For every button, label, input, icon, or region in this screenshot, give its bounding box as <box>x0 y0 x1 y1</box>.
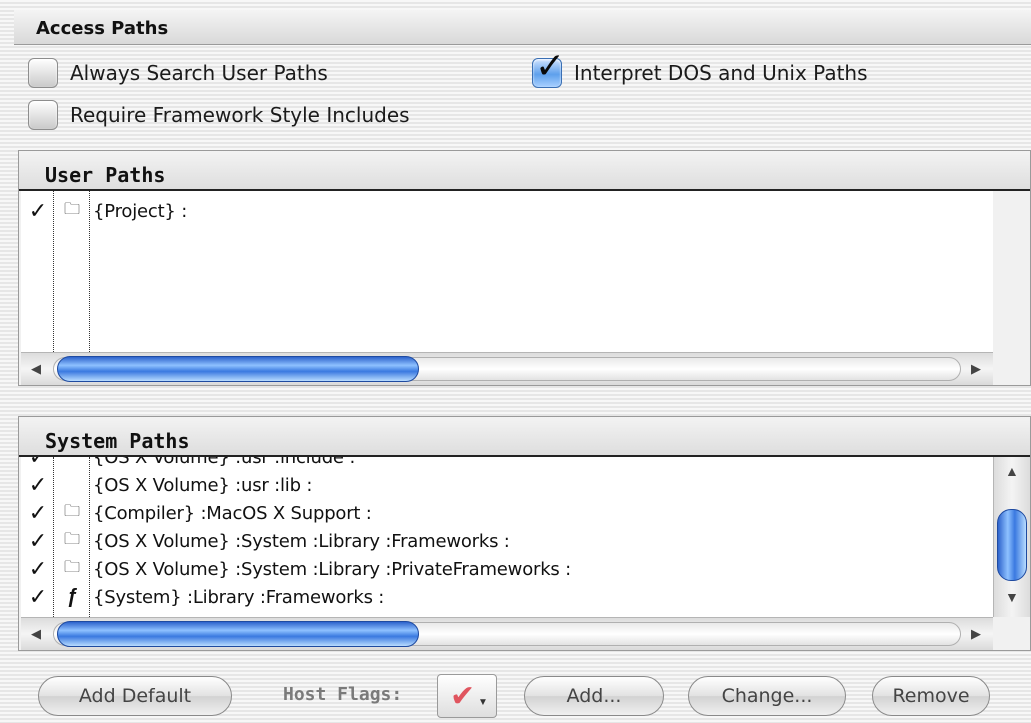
path-text: {OS X Volume} :System :Library :PrivateF… <box>93 558 571 580</box>
checkmark-icon[interactable]: ✓ <box>25 556 51 582</box>
scroll-thumb[interactable] <box>57 621 419 647</box>
system-paths-title: System Paths <box>45 429 190 453</box>
user-paths-header: User Paths <box>19 151 1030 191</box>
path-text: {OS X Volume} :System :Library :Framewor… <box>93 530 510 552</box>
scroll-up-icon[interactable]: ▲ <box>1005 463 1019 479</box>
list-item[interactable]: ✓ 🗀 {Compiler} :MacOS X Support : <box>21 499 993 527</box>
checkbox-label: Always Search User Paths <box>70 61 328 85</box>
host-flags-popup[interactable]: ✔ ▼ <box>437 674 497 718</box>
path-text: {Project} : <box>93 200 188 222</box>
list-item[interactable]: ✓ ƒ {System} :Library :Frameworks : <box>21 583 993 611</box>
checkbox-box[interactable] <box>28 100 58 130</box>
checkmark-icon[interactable]: ✓ <box>25 457 51 470</box>
checkbox-box[interactable]: ✓ <box>532 49 565 88</box>
system-paths-horizontal-scrollbar[interactable]: ◀ ▶ <box>21 617 993 650</box>
scroll-thumb[interactable] <box>997 509 1027 581</box>
list-item[interactable]: ✓ 🗀 {OS X Volume} :System :Library :Fram… <box>21 527 993 555</box>
user-paths-horizontal-scrollbar[interactable]: ◀ ▶ <box>21 352 993 385</box>
require-framework-includes-checkbox[interactable]: Require Framework Style Includes <box>28 100 410 130</box>
list-item[interactable]: ✓ 🗀 {Project} : <box>21 197 993 225</box>
host-flags-label: Host Flags: <box>283 684 403 705</box>
checkmark-icon[interactable]: ✓ <box>25 472 51 498</box>
red-check-icon: ✔ <box>450 679 476 714</box>
checkmark-icon[interactable]: ✓ <box>25 198 51 224</box>
panel-title: Access Paths <box>36 18 169 39</box>
system-paths-group: System Paths ✓ {OS X Volume} :usr :inclu… <box>18 416 1031 651</box>
list-item[interactable]: ✓ 🗀 {OS X Volume} :System :Library :Priv… <box>21 555 993 583</box>
interpret-dos-unix-paths-checkbox[interactable]: ✓ Interpret DOS and Unix Paths <box>532 49 868 88</box>
checkmark-icon: ✓ <box>535 46 566 87</box>
checkbox-label: Interpret DOS and Unix Paths <box>574 61 868 85</box>
checkbox-box[interactable] <box>28 58 58 88</box>
path-text: {Compiler} :MacOS X Support : <box>93 502 372 524</box>
list-item[interactable]: ✓ {OS X Volume} :usr :include : <box>21 457 993 471</box>
path-text: {OS X Volume} :usr :include : <box>93 457 356 468</box>
folder-icon: 🗀 <box>63 502 80 520</box>
scroll-left-icon[interactable]: ◀ <box>31 626 41 642</box>
scroll-right-icon[interactable]: ▶ <box>971 361 981 377</box>
user-paths-group: User Paths ✓ 🗀 {Project} : ◀ ▶ <box>18 150 1031 386</box>
system-paths-list[interactable]: ✓ {OS X Volume} :usr :include : ✓ {OS X … <box>21 457 993 617</box>
system-paths-vertical-scrollbar[interactable]: ▲ ▼ <box>993 457 1030 617</box>
list-item[interactable]: ✓ {OS X Volume} :usr :lib : <box>21 471 993 499</box>
folder-icon: 🗀 <box>63 200 80 218</box>
path-text: {OS X Volume} :usr :lib : <box>93 474 313 496</box>
checkbox-label: Require Framework Style Includes <box>70 103 410 127</box>
folder-icon: 🗀 <box>63 558 80 576</box>
always-search-user-paths-checkbox[interactable]: Always Search User Paths <box>28 58 328 88</box>
add-button[interactable]: Add... <box>524 676 664 716</box>
system-paths-header: System Paths <box>19 417 1030 457</box>
scroll-right-icon[interactable]: ▶ <box>971 626 981 642</box>
scroll-thumb[interactable] <box>57 356 419 382</box>
scroll-left-icon[interactable]: ◀ <box>31 361 41 377</box>
checkmark-icon[interactable]: ✓ <box>25 500 51 526</box>
change-button[interactable]: Change... <box>688 676 846 716</box>
framework-icon: ƒ <box>66 585 78 608</box>
checkmark-icon[interactable]: ✓ <box>25 584 51 610</box>
remove-button[interactable]: Remove <box>872 676 990 716</box>
scroll-down-icon[interactable]: ▼ <box>1005 589 1019 605</box>
checkmark-icon[interactable]: ✓ <box>25 528 51 554</box>
add-default-button[interactable]: Add Default <box>38 676 232 716</box>
user-paths-list[interactable]: ✓ 🗀 {Project} : <box>21 191 993 352</box>
folder-icon: 🗀 <box>63 530 80 548</box>
user-paths-title: User Paths <box>45 163 166 187</box>
chevron-down-icon: ▼ <box>478 697 488 708</box>
path-text: {System} :Library :Frameworks : <box>93 586 385 608</box>
panel-header: Access Paths <box>14 10 1031 45</box>
